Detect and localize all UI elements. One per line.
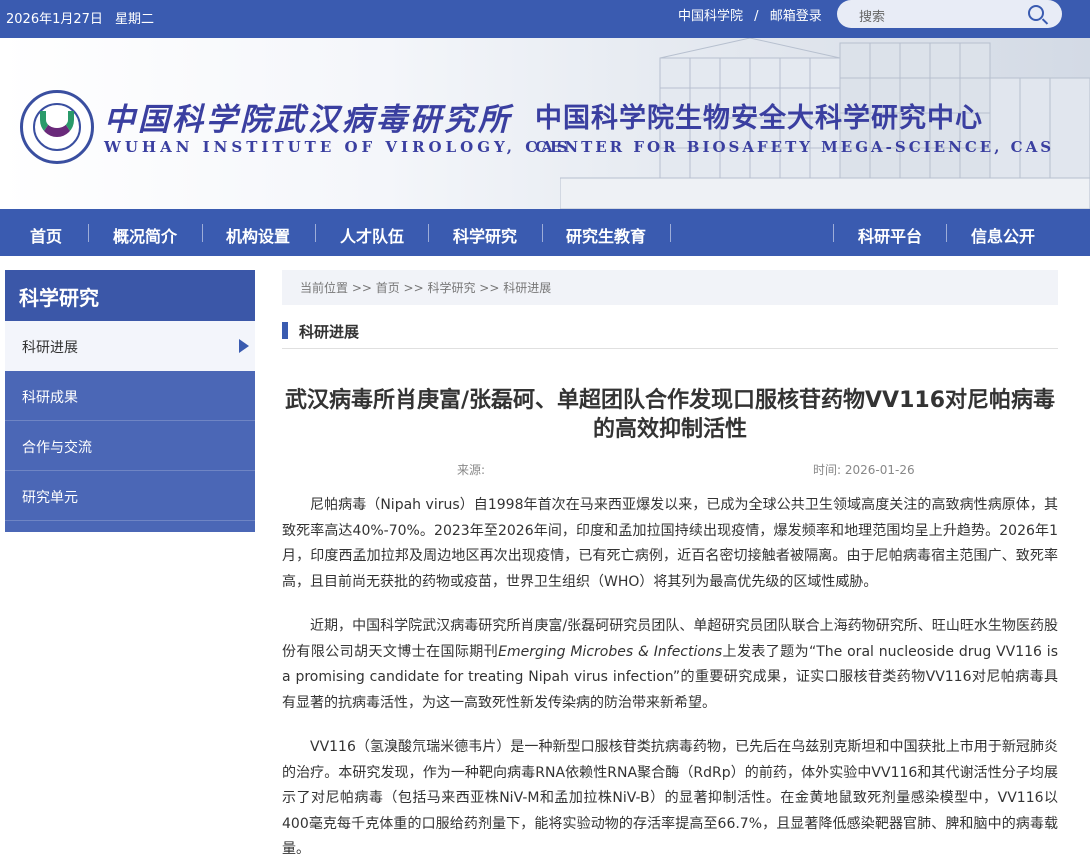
sidebar-item-cooperation[interactable]: 合作与交流 [5, 421, 255, 471]
top-bar: 2026年1月27日 星期二 中国科学院 / 邮箱登录 搜索 [0, 0, 1090, 38]
nav-separator [946, 224, 947, 242]
article-time: 时间: 2026-01-26 [813, 463, 915, 477]
nav-overview[interactable]: 概况简介 [113, 223, 177, 247]
weekday-text: 星期二 [115, 12, 155, 27]
nav-separator [202, 224, 203, 242]
link-separator: / [754, 9, 759, 24]
sidebar: 科学研究 科研进展 科研成果 合作与交流 研究单元 [5, 270, 255, 532]
article-paragraph: 尼帕病毒（Nipah virus）自1998年首次在马来西亚爆发以来，已成为全球… [282, 497, 1058, 590]
sidebar-title: 科学研究 [5, 270, 255, 321]
nav-info-disclosure[interactable]: 信息公开 [971, 223, 1035, 247]
search-icon[interactable] [1028, 5, 1044, 21]
wiv-logo[interactable] [20, 90, 94, 164]
section-marker [282, 322, 288, 339]
mail-login-link[interactable]: 邮箱登录 [770, 9, 822, 24]
center-name-cn: 中国科学院生物安全大科学研究中心 [535, 103, 983, 134]
search-input[interactable]: 搜索 [859, 6, 885, 25]
section-header: 科研进展 [282, 320, 1058, 349]
nav-separator [315, 224, 316, 242]
nav-graduate-education[interactable]: 研究生教育 [566, 223, 646, 247]
article-title: 武汉病毒所肖庚富/张磊砢、单超团队合作发现口服核苷药物VV116对尼帕病毒的高效… [284, 388, 1055, 442]
top-links: 中国科学院 / 邮箱登录 [678, 5, 822, 24]
sidebar-item-label: 科研成果 [22, 390, 78, 406]
nav-separator [670, 224, 671, 242]
nav-research[interactable]: 科学研究 [453, 223, 517, 247]
nav-organization[interactable]: 机构设置 [226, 223, 290, 247]
center-name-en: CENTER FOR BIOSAFETY MEGA-SCIENCE, CAS [535, 138, 1055, 156]
search-box[interactable]: 搜索 [837, 0, 1062, 28]
sidebar-item-label: 合作与交流 [22, 440, 92, 456]
section-title: 科研进展 [299, 323, 360, 341]
date-text: 2026年1月27日 [6, 12, 103, 27]
sidebar-item-research-units[interactable]: 研究单元 [5, 471, 255, 521]
sidebar-item-label: 研究单元 [22, 490, 78, 506]
nav-talent[interactable]: 人才队伍 [340, 223, 404, 247]
nav-research-platform[interactable]: 科研平台 [858, 223, 922, 247]
cas-link[interactable]: 中国科学院 [678, 9, 743, 24]
arrow-right-icon [239, 339, 249, 353]
nav-home[interactable]: 首页 [30, 223, 62, 247]
article-source: 来源: [457, 463, 486, 477]
sidebar-item-label: 科研进展 [22, 340, 78, 356]
main-nav: 首页 概况简介 机构设置 人才队伍 科学研究 研究生教育 科研平台 信息公开 [0, 209, 1090, 256]
nav-separator [88, 224, 89, 242]
article-paragraph: 近期，中国科学院武汉病毒研究所肖庚富/张磊砢研究员团队、单超研究员团队联合上海药… [282, 614, 1058, 716]
org-name-cn: 中国科学院武汉病毒研究所 [104, 102, 512, 138]
current-date: 2026年1月27日 星期二 [6, 8, 162, 27]
header-banner: 中国科学院武汉病毒研究所 WUHAN INSTITUTE OF VIROLOGY… [0, 38, 1090, 209]
article-paragraph: VV116（氢溴酸氘瑞米德韦片）是一种新型口服核苷类抗病毒药物，已先后在乌兹别克… [282, 739, 1058, 857]
breadcrumb[interactable]: 当前位置 >> 首页 >> 科学研究 >> 科研进展 [282, 270, 1058, 305]
sidebar-item-research-progress[interactable]: 科研进展 [5, 321, 255, 371]
org-name-en: WUHAN INSTITUTE OF VIROLOGY, CAS [104, 138, 572, 156]
sidebar-item-research-results[interactable]: 科研成果 [5, 371, 255, 421]
nav-separator [542, 224, 543, 242]
nav-separator [428, 224, 429, 242]
journal-name: Emerging Microbes & Infections [498, 643, 723, 660]
nav-separator [833, 224, 834, 242]
